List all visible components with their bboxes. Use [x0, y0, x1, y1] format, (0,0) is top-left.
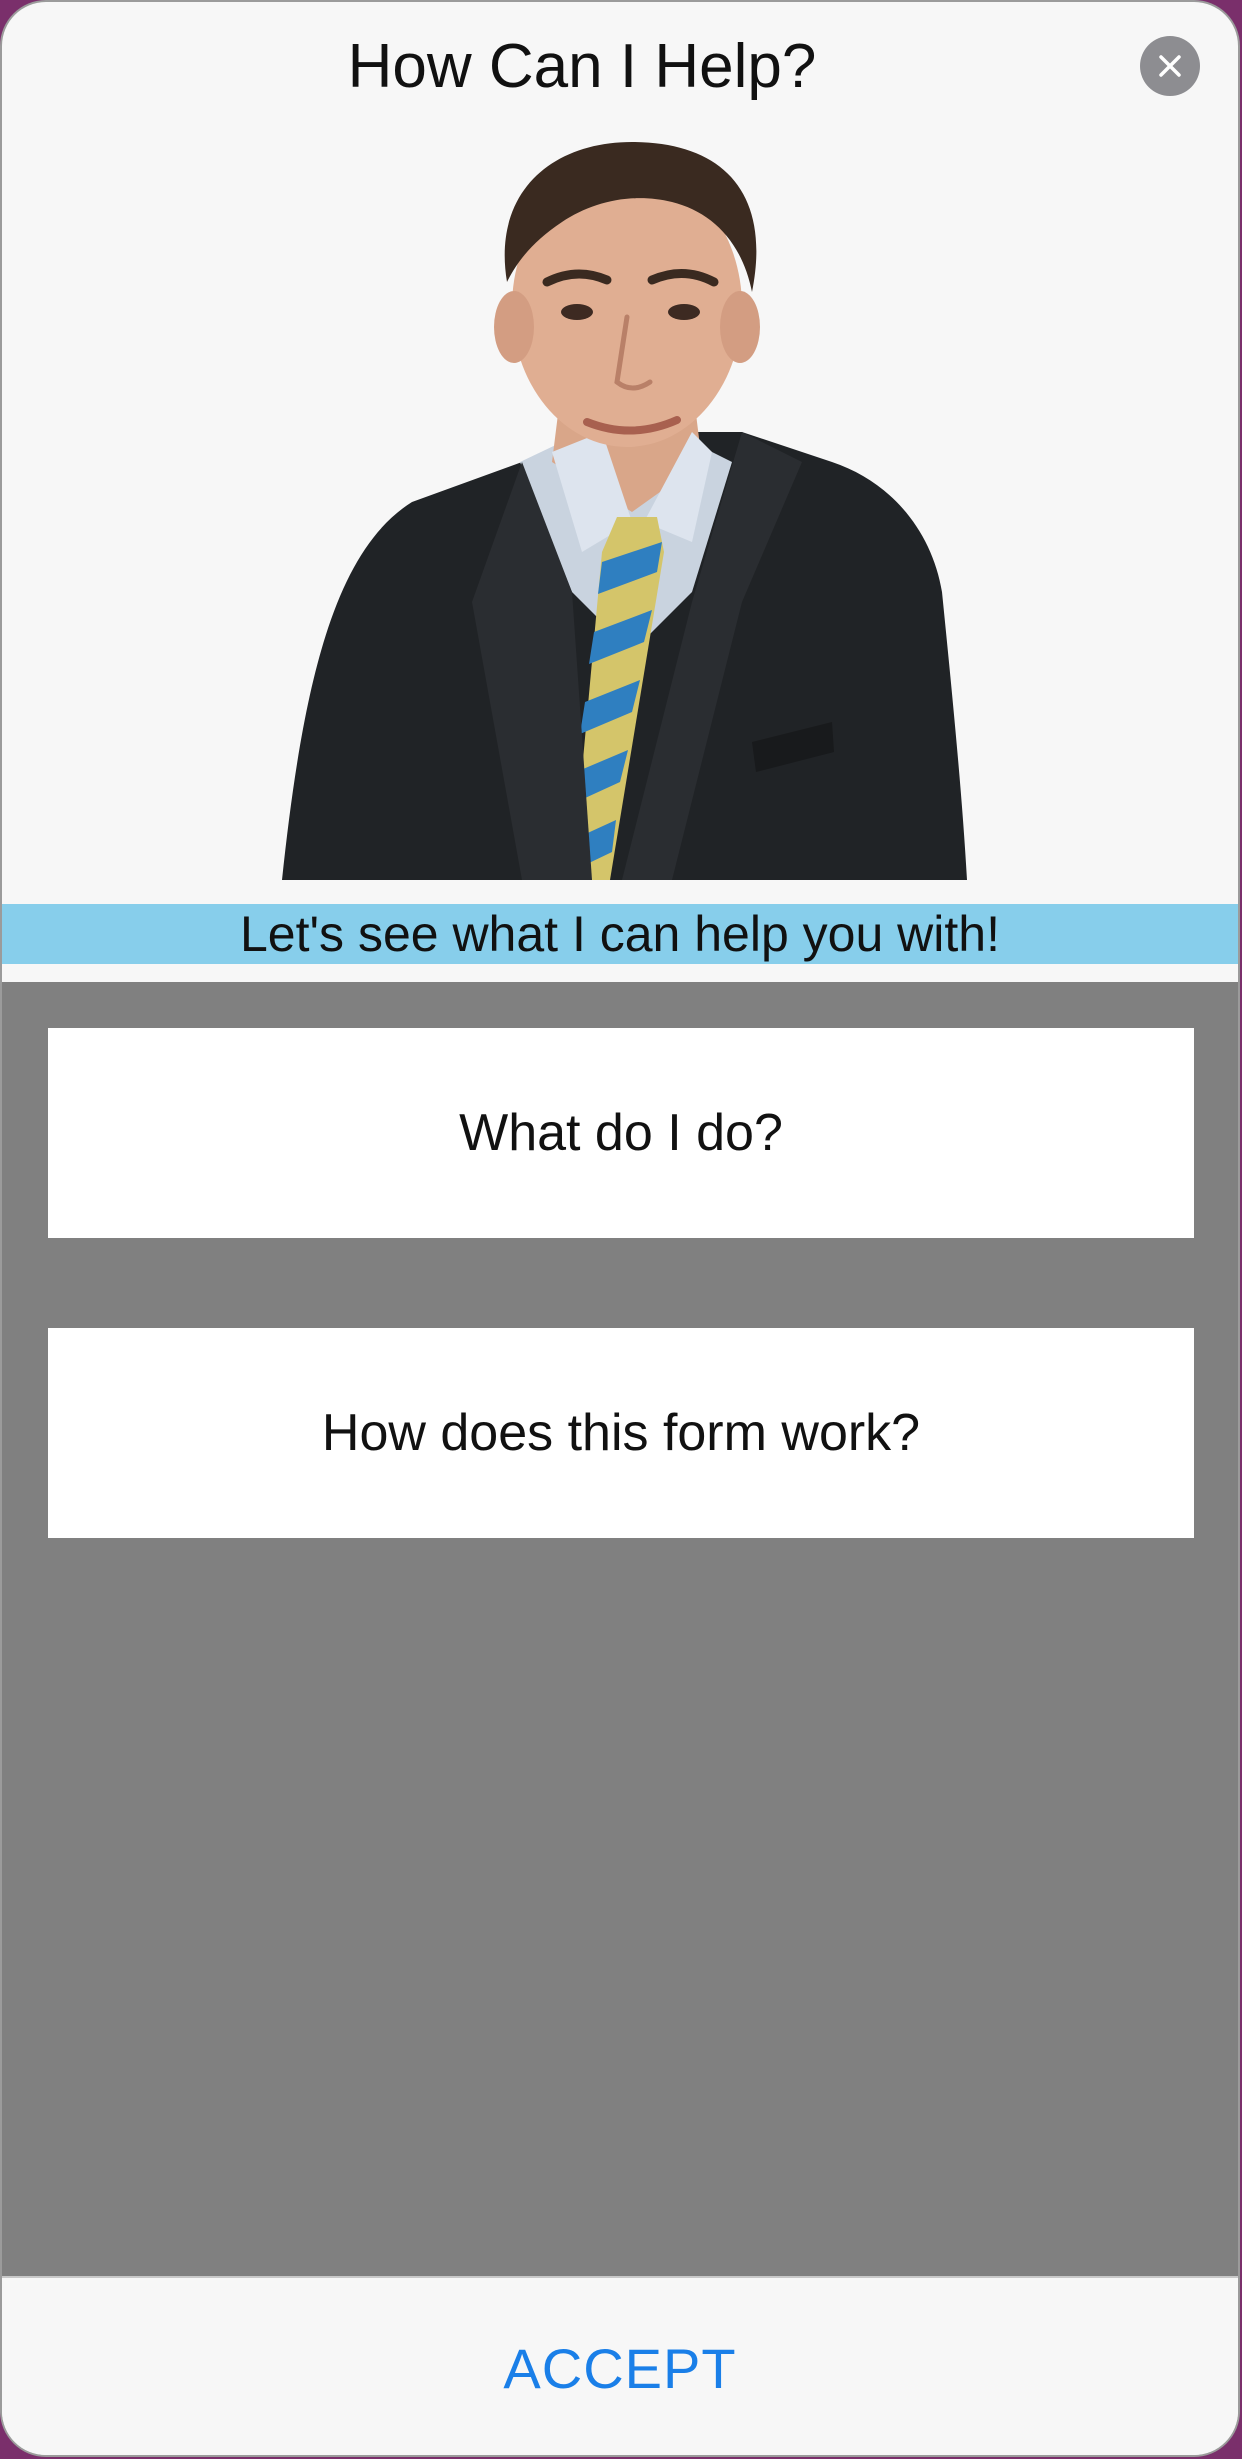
close-button[interactable]	[1140, 36, 1200, 96]
accept-button[interactable]: ACCEPT	[2, 2336, 1238, 2401]
close-icon	[1159, 55, 1181, 77]
help-banner: Let's see what I can help you with!	[2, 904, 1238, 964]
dialog-footer: ACCEPT	[2, 2276, 1238, 2455]
dialog-title: How Can I Help?	[347, 32, 817, 101]
option-how-does-form-work-button[interactable]: How does this form work?	[48, 1328, 1194, 1538]
help-dialog: How Can I Help? Let's see what I can hel…	[2, 2, 1238, 2455]
options-list: What do I do? How does this form work?	[2, 982, 1238, 2276]
assistant-portrait	[282, 142, 967, 880]
option-what-do-i-do-button[interactable]: What do I do?	[48, 1028, 1194, 1238]
